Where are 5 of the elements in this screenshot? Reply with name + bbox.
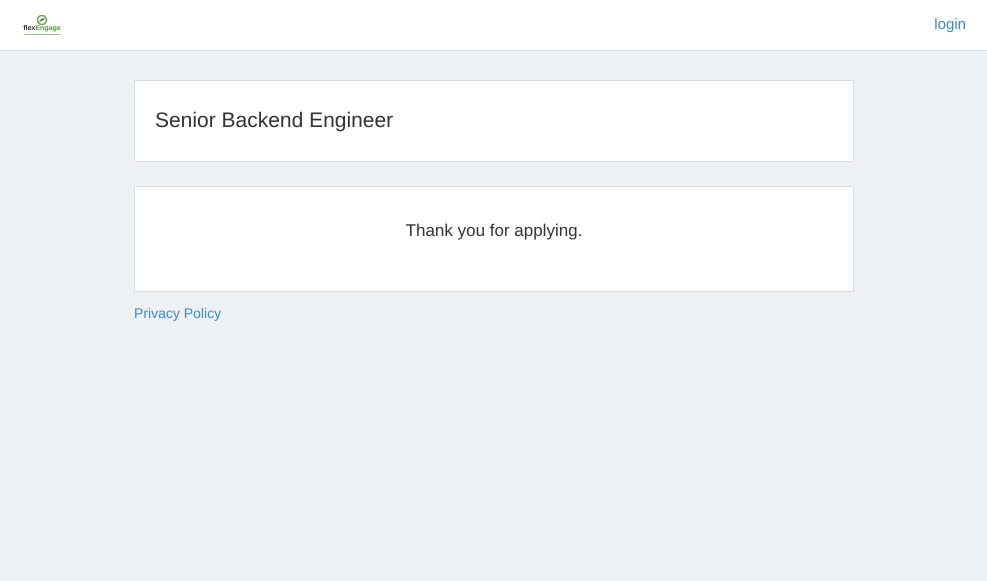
confirmation-message: Thank you for applying. [406, 220, 582, 242]
privacy-policy-link[interactable]: Privacy Policy [134, 303, 222, 324]
job-title: Senior Backend Engineer [155, 108, 394, 134]
leaf-icon [36, 15, 48, 25]
login-link[interactable]: login [934, 14, 966, 36]
